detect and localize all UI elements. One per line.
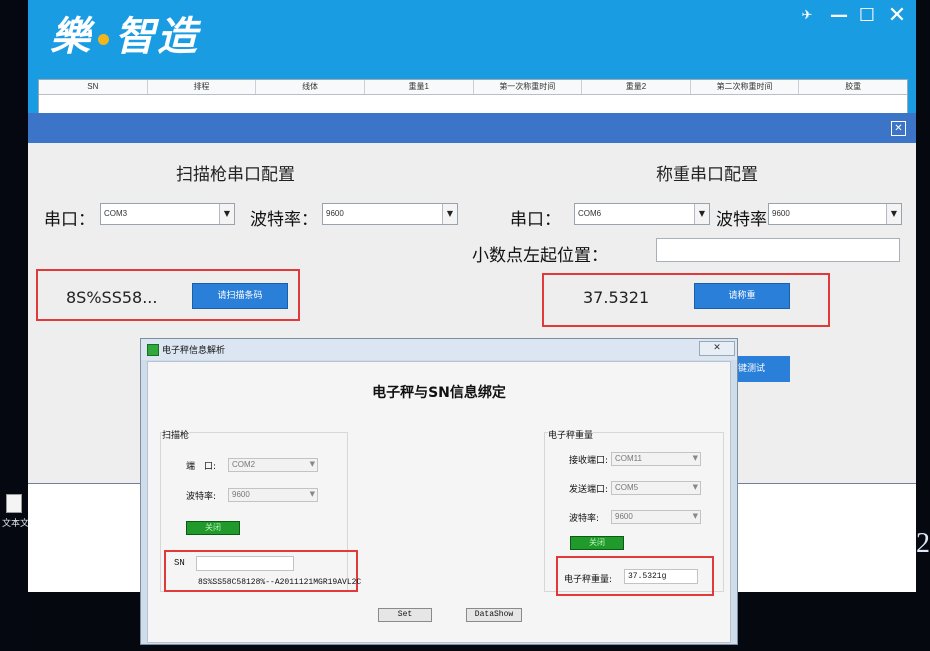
sn-value: 8S%SS58C58128%--A2011121MGR19AVL2C <box>198 578 362 587</box>
datashow-button[interactable]: DataShow <box>466 608 522 622</box>
records-table-area: SN 排程 线体 重量1 第一次称重时间 重量2 第二次称重时间 胶重 <box>28 75 916 115</box>
scale-baud-value-small: 9600 <box>615 512 633 521</box>
scanner-group-title: 扫描枪 <box>162 428 190 441</box>
scale-info-dialog: 电子秤信息解析 ✕ 电子秤与SN信息绑定 扫描枪 端 口: COM2 ▼ 波特率… <box>140 338 738 645</box>
minimize-button[interactable]: — <box>828 6 850 26</box>
pin-icon[interactable]: ✈ <box>796 6 818 26</box>
dlg-scanner-port-value: COM2 <box>232 460 256 469</box>
scanner-port-select[interactable]: COM3 ▼ <box>100 203 235 225</box>
scanner-port-label: 串口： <box>44 210 95 230</box>
sn-input[interactable] <box>196 556 294 571</box>
app-icon <box>147 344 159 356</box>
key-test-label: 键测试 <box>738 364 766 374</box>
scale-baud-select-small[interactable]: 9600 ▼ <box>611 510 701 524</box>
chevron-down-icon: ▼ <box>309 460 315 468</box>
desktop-edge-glyph: 2 <box>916 528 930 559</box>
logo-dot-icon <box>98 33 109 45</box>
dialog-close-button[interactable]: ✕ <box>699 341 735 356</box>
column-header-schedule[interactable]: 排程 <box>148 80 257 94</box>
app-logo: 樂智造 <box>50 4 199 62</box>
scale-port-value: COM6 <box>578 209 602 218</box>
column-header-sn[interactable]: SN <box>39 80 148 94</box>
tx-port-label: 发送端口: <box>569 485 609 495</box>
chevron-down-icon: ▼ <box>219 204 234 224</box>
records-table[interactable]: SN 排程 线体 重量1 第一次称重时间 重量2 第二次称重时间 胶重 <box>38 79 908 115</box>
config-titlebar: ✕ <box>28 113 916 143</box>
logo-text-right: 智造 <box>115 14 199 60</box>
chevron-down-icon: ▼ <box>692 483 698 491</box>
chevron-down-icon: ▼ <box>694 204 709 224</box>
chevron-down-icon: ▼ <box>886 204 901 224</box>
scanner-baud-value: 9600 <box>326 209 344 218</box>
column-header-second-time[interactable]: 第二次称重时间 <box>691 80 800 94</box>
dlg-scanner-baud-select[interactable]: 9600 ▼ <box>228 488 318 502</box>
maximize-button[interactable]: ☐ <box>856 6 878 26</box>
chevron-down-icon: ▼ <box>692 512 698 520</box>
dialog-titlebar: 电子秤信息解析 ✕ <box>141 339 737 360</box>
chevron-down-icon: ▼ <box>442 204 457 224</box>
scanner-baud-select[interactable]: 9600 ▼ <box>322 203 458 225</box>
table-header: SN 排程 线体 重量1 第一次称重时间 重量2 第二次称重时间 胶重 <box>39 80 907 95</box>
key-test-button[interactable]: 键测试 <box>738 356 790 382</box>
logo-text-left: 樂 <box>50 14 92 60</box>
column-header-weight1[interactable]: 重量1 <box>365 80 474 94</box>
dlg-scanner-baud-label: 波特率: <box>186 492 217 502</box>
scan-barcode-button[interactable]: 请扫描条码 <box>192 283 288 309</box>
dialog-heading: 电子秤与SN信息绑定 <box>372 385 506 401</box>
tx-port-value: COM5 <box>615 483 639 492</box>
sn-label: SN <box>174 558 185 568</box>
desktop-background <box>0 0 30 651</box>
set-button[interactable]: Set <box>378 608 432 622</box>
dialog-title: 电子秤信息解析 <box>162 346 226 356</box>
dlg-scanner-port-select[interactable]: COM2 ▼ <box>228 458 318 472</box>
column-header-glue-weight[interactable]: 胶重 <box>799 80 907 94</box>
tx-port-select[interactable]: COM5 ▼ <box>611 481 701 495</box>
scale-baud-value: 9600 <box>772 209 790 218</box>
decimal-position-input[interactable] <box>656 238 900 262</box>
scanner-config-title: 扫描枪串口配置 <box>176 165 295 185</box>
scale-port-label: 串口： <box>510 210 561 230</box>
column-header-weight2[interactable]: 重量2 <box>582 80 691 94</box>
scale-weight-field[interactable]: 37.5321g <box>624 569 698 584</box>
scanner-port-value: COM3 <box>104 209 128 218</box>
app-header: 樂智造 ✈ — ☐ ✕ <box>28 0 916 75</box>
close-button[interactable]: ✕ <box>886 5 908 27</box>
scale-config-title: 称重串口配置 <box>656 165 758 185</box>
dialog-body: 电子秤与SN信息绑定 扫描枪 端 口: COM2 ▼ 波特率: 9600 ▼ 关… <box>147 361 731 643</box>
desktop-file-label: 文本文 <box>2 519 30 529</box>
desktop-file-icon[interactable] <box>6 494 22 513</box>
rx-port-label: 接收端口: <box>569 456 609 466</box>
config-close-button[interactable]: ✕ <box>891 121 906 136</box>
chevron-down-icon: ▼ <box>309 490 315 498</box>
column-header-first-time[interactable]: 第一次称重时间 <box>474 80 583 94</box>
scale-baud-select[interactable]: 9600 ▼ <box>768 203 902 225</box>
scale-baud-label-small: 波特率: <box>569 514 600 524</box>
scanner-close-port-button[interactable]: 关闭 <box>186 521 240 535</box>
weigh-button[interactable]: 请称重 <box>694 283 790 309</box>
scanner-baud-label: 波特率： <box>250 210 318 230</box>
scale-weight-label: 电子秤重量: <box>564 575 613 585</box>
chevron-down-icon: ▼ <box>692 454 698 462</box>
scale-group-title: 电子秤重量 <box>548 428 594 441</box>
decimal-position-label: 小数点左起位置： <box>472 246 608 266</box>
scale-port-select[interactable]: COM6 ▼ <box>574 203 710 225</box>
scan-value: 8S%SS58... <box>66 288 158 307</box>
rx-port-select[interactable]: COM11 ▼ <box>611 452 701 466</box>
scale-close-port-button[interactable]: 关闭 <box>570 536 624 550</box>
rx-port-value: COM11 <box>615 454 642 463</box>
dlg-scanner-baud-value: 9600 <box>232 490 250 499</box>
weight-value: 37.5321 <box>583 288 650 307</box>
dlg-scanner-port-label: 端 口: <box>186 462 217 472</box>
column-header-line[interactable]: 线体 <box>256 80 365 94</box>
